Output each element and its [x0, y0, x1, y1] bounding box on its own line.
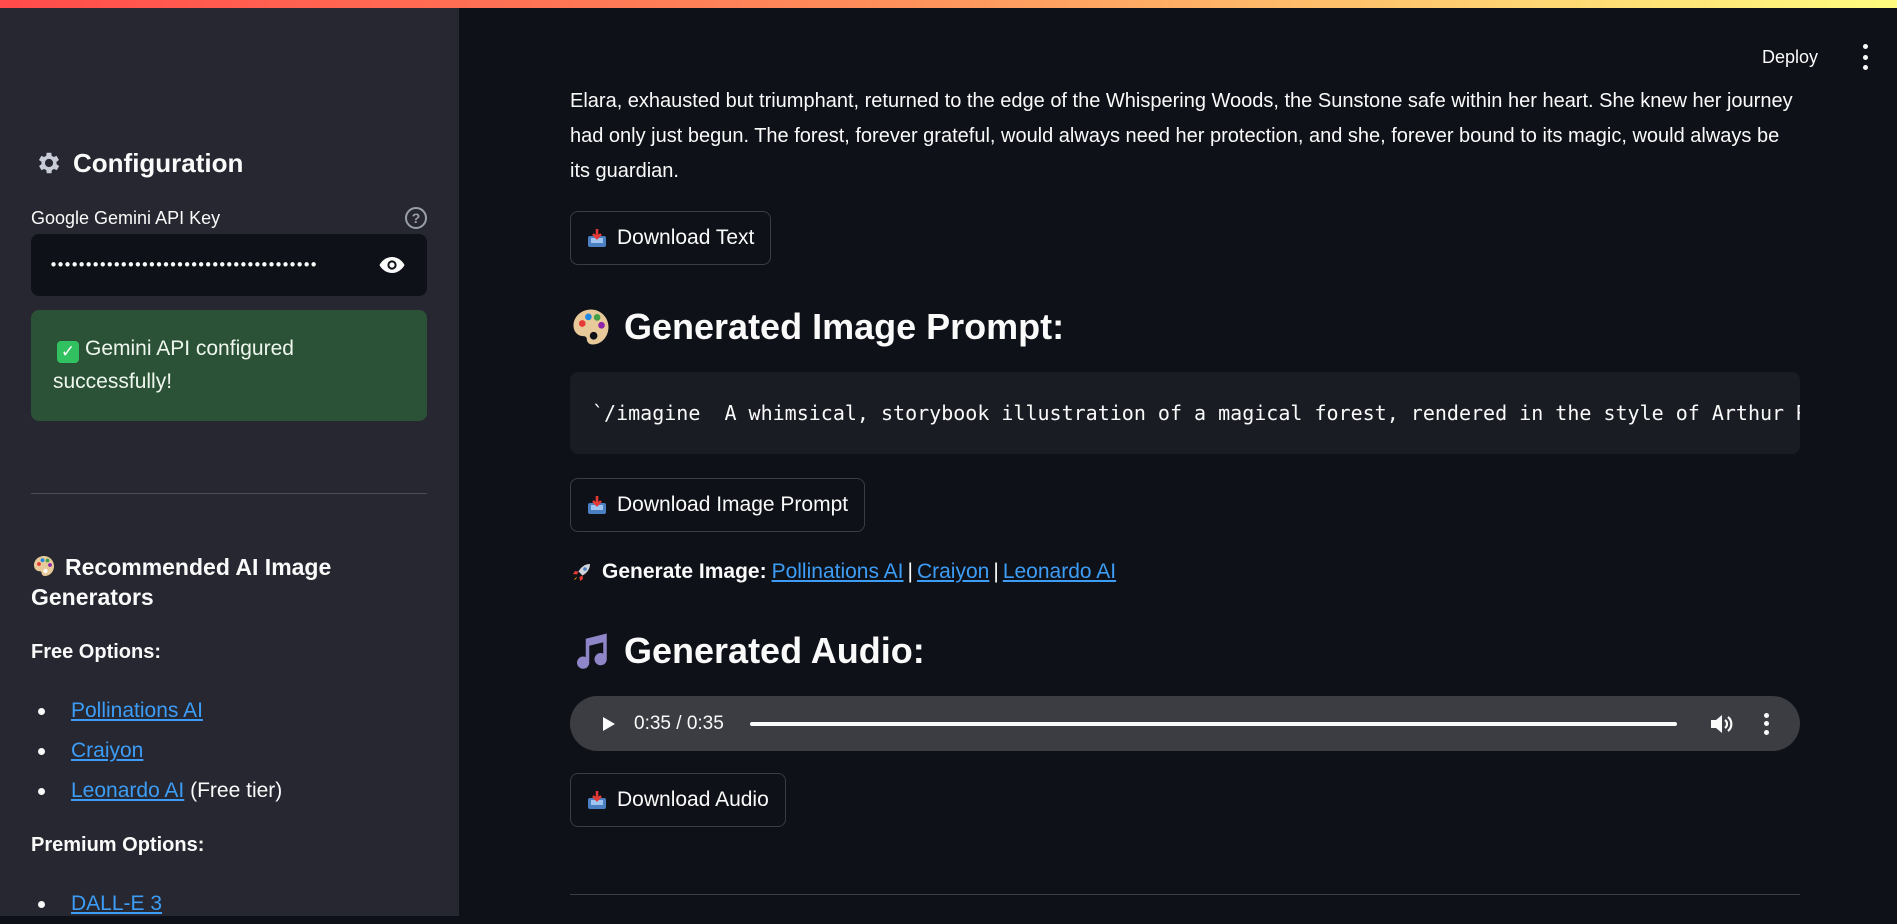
free-options-list: Pollinations AI Craiyon Leonardo AI (Fre… [31, 691, 427, 811]
pollinations-link[interactable]: Pollinations AI [71, 699, 203, 723]
show-password-button[interactable] [377, 254, 407, 276]
dalle-link[interactable]: DALL-E 3 [71, 892, 162, 916]
pollinations-link[interactable]: Pollinations AI [772, 560, 904, 584]
image-prompt-title: Generated Image Prompt: [624, 306, 1065, 347]
palette-icon [573, 309, 609, 345]
download-image-prompt-button[interactable]: Download Image Prompt [570, 478, 866, 532]
config-heading: Configuration [31, 140, 427, 186]
audio-title: Generated Audio: [624, 630, 925, 671]
leonardo-link[interactable]: Leonardo AI [71, 779, 184, 803]
download-text-button[interactable]: Download Text [570, 211, 772, 265]
story-text: Elara, exhausted but triumphant, returne… [570, 90, 1793, 182]
volume-icon[interactable] [1709, 712, 1735, 736]
audio-heading: Generated Audio: [570, 626, 1800, 676]
gear-icon [38, 152, 60, 174]
download-audio-button[interactable]: Download Audio [570, 773, 786, 827]
generate-image-label: Generate Image: [602, 560, 767, 583]
download-text-label: Download Text [617, 226, 755, 249]
inbox-tray-icon [588, 496, 606, 514]
help-icon[interactable]: ? [405, 207, 427, 229]
palette-icon [34, 556, 54, 576]
top-decoration-bar [0, 0, 1897, 8]
download-audio-label: Download Audio [617, 788, 769, 811]
generate-image-links: Generate Image: Pollinations AI | Craiyo… [570, 556, 1800, 588]
recommended-title: Recommended AI Image Generators [31, 554, 332, 610]
list-item: Leonardo AI (Free tier) [31, 771, 427, 811]
premium-options-label: Premium Options: [31, 834, 205, 856]
success-message: Gemini API configured successfully! [53, 337, 294, 393]
main-divider [570, 894, 1800, 895]
sidebar: Configuration Google Gemini API Key ? ✓G… [0, 8, 459, 916]
craiyon-link[interactable]: Craiyon [917, 560, 989, 584]
play-icon[interactable] [598, 714, 618, 734]
audio-time: 0:35 / 0:35 [634, 712, 724, 734]
eye-icon [379, 257, 405, 273]
premium-options-list: DALL-E 3 [31, 884, 427, 924]
check-mark-icon: ✓ [57, 341, 79, 363]
success-alert: ✓ Gemini API configured successfully! [31, 310, 427, 421]
list-item: Pollinations AI [31, 691, 427, 731]
music-note-icon [577, 633, 607, 669]
audio-player: 0:35 / 0:35 [570, 696, 1800, 751]
free-tier-note: (Free tier) [190, 779, 283, 802]
image-prompt-heading: Generated Image Prompt: [570, 302, 1800, 352]
image-prompt-code: `/imagine A whimsical, storybook illustr… [570, 372, 1800, 454]
deploy-button[interactable]: Deploy [1762, 42, 1818, 72]
sidebar-divider [31, 493, 427, 494]
list-item: DALL-E 3 [31, 884, 427, 924]
leonardo-link[interactable]: Leonardo AI [1003, 560, 1116, 584]
inbox-tray-icon [588, 791, 606, 809]
main-menu-button[interactable] [1858, 44, 1872, 70]
api-key-label-row: Google Gemini API Key ? [31, 203, 427, 233]
api-key-input[interactable] [49, 256, 349, 274]
free-options-label: Free Options: [31, 641, 162, 663]
rocket-icon [573, 564, 590, 581]
audio-progress-bar[interactable] [750, 721, 1677, 726]
api-key-field [31, 234, 427, 296]
audio-options-button[interactable] [1761, 712, 1771, 735]
inbox-tray-icon [588, 229, 606, 247]
config-title: Configuration [73, 147, 244, 178]
recommended-heading: Recommended AI Image Generators [31, 552, 427, 612]
download-prompt-label: Download Image Prompt [617, 493, 849, 516]
api-key-label: Google Gemini API Key [31, 207, 221, 228]
craiyon-link[interactable]: Craiyon [71, 739, 143, 763]
list-item: Craiyon [31, 731, 427, 771]
